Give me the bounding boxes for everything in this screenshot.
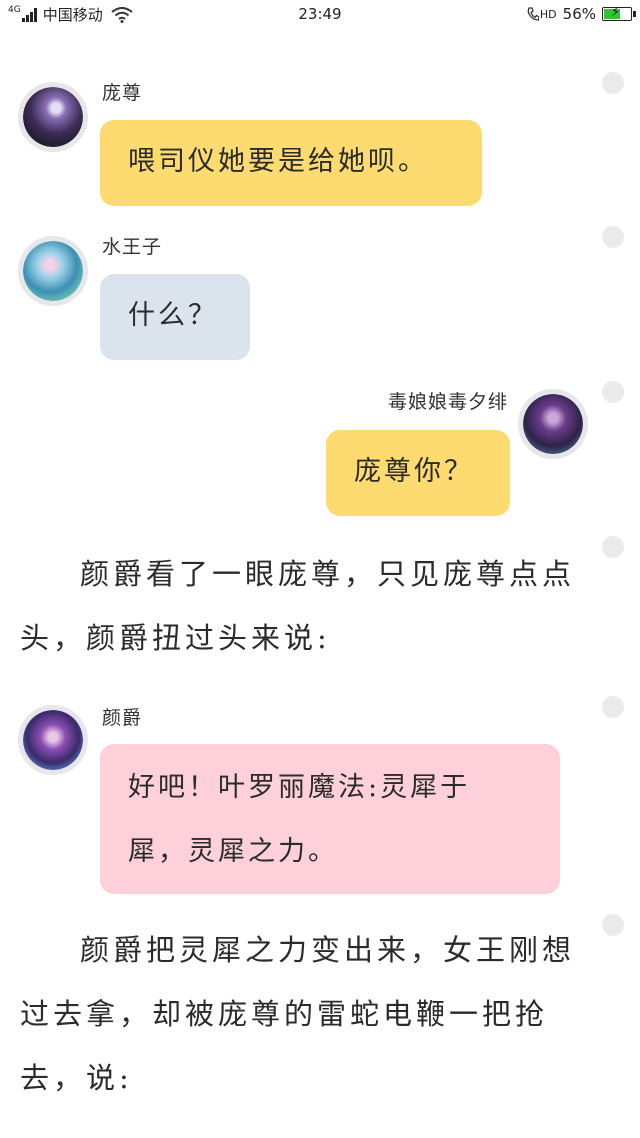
dark-sorceress-avatar — [523, 394, 583, 454]
blue-water-prince-avatar — [23, 241, 83, 301]
message-bubble[interactable]: 庞尊你？ — [326, 430, 510, 516]
select-dot[interactable] — [602, 72, 624, 94]
select-dot[interactable] — [602, 914, 624, 936]
hd-label: HD — [539, 7, 557, 21]
sender-name: 颜爵 — [102, 707, 143, 729]
avatar[interactable] — [18, 705, 88, 775]
purple-haired-youth-avatar — [23, 710, 83, 770]
avatar[interactable] — [18, 236, 88, 306]
battery-charging-icon: ⚡ — [602, 5, 636, 21]
select-dot[interactable] — [602, 381, 624, 403]
narration-paragraph: 颜爵把灵犀之力变出来，女王刚想过去拿，却被庞尊的雷蛇电鞭一把抢去，说: — [20, 933, 576, 1095]
sender-name: 毒娘娘毒夕绯 — [387, 391, 508, 413]
purple-armored-warrior-avatar — [23, 87, 83, 147]
phone-hd-icon: HD — [527, 6, 557, 22]
battery-percent: 56% — [562, 5, 596, 23]
sender-name: 庞尊 — [102, 82, 143, 104]
avatar[interactable] — [518, 389, 588, 459]
select-dot[interactable] — [602, 536, 624, 558]
avatar[interactable] — [18, 82, 88, 152]
sender-name: 水王子 — [102, 236, 163, 258]
status-bar: 4G 中国移动 23:49 HD 56% ⚡ — [0, 0, 640, 32]
message-bubble[interactable]: 喂司仪她要是给她呗。 — [100, 120, 482, 206]
select-dot[interactable] — [602, 696, 624, 718]
select-dot[interactable] — [602, 226, 624, 248]
status-right: HD 56% ⚡ — [527, 5, 636, 23]
narration-paragraph: 颜爵看了一眼庞尊，只见庞尊点点头，颜爵扭过头来说: — [20, 557, 576, 655]
message-bubble[interactable]: 什么？ — [100, 274, 250, 360]
message-bubble[interactable]: 好吧！叶罗丽魔法:灵犀于犀，灵犀之力。 — [100, 744, 560, 894]
